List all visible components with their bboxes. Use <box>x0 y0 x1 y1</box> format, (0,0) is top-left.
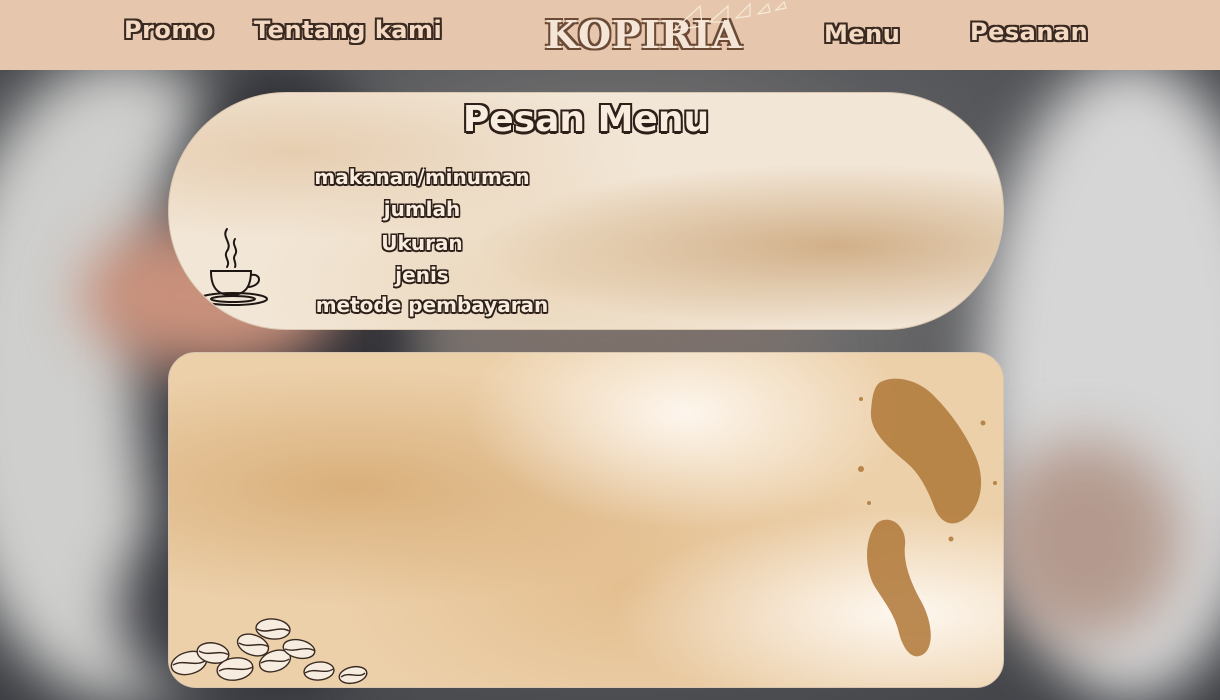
field-label-type: jenis <box>395 263 449 287</box>
nav-link-menu[interactable]: Menu <box>824 20 900 48</box>
navbar: Promo Tentang kami KOPIRIA Menu Pesanan <box>0 0 1220 70</box>
order-form-title: Pesan Menu <box>462 99 710 140</box>
field-label-payment-method: metode pembayaran <box>315 293 549 317</box>
coffee-cup-icon <box>198 228 268 306</box>
nav-link-promo[interactable]: Promo <box>124 16 214 44</box>
nav-link-orders[interactable]: Pesanan <box>970 18 1088 46</box>
field-label-size: Ukuran <box>381 231 463 255</box>
nav-link-about[interactable]: Tentang kami <box>254 16 442 44</box>
coffee-splash-icon <box>858 378 997 657</box>
field-label-quantity: jumlah <box>383 197 461 221</box>
order-details-panel <box>168 352 1004 688</box>
logo-decoration-icon <box>672 0 787 31</box>
coffee-beans-icon <box>170 618 368 685</box>
order-form-panel: Pesan Menu makanan/minuman jumlah Ukuran… <box>168 92 1004 330</box>
field-label-food-drink: makanan/minuman <box>314 165 530 189</box>
